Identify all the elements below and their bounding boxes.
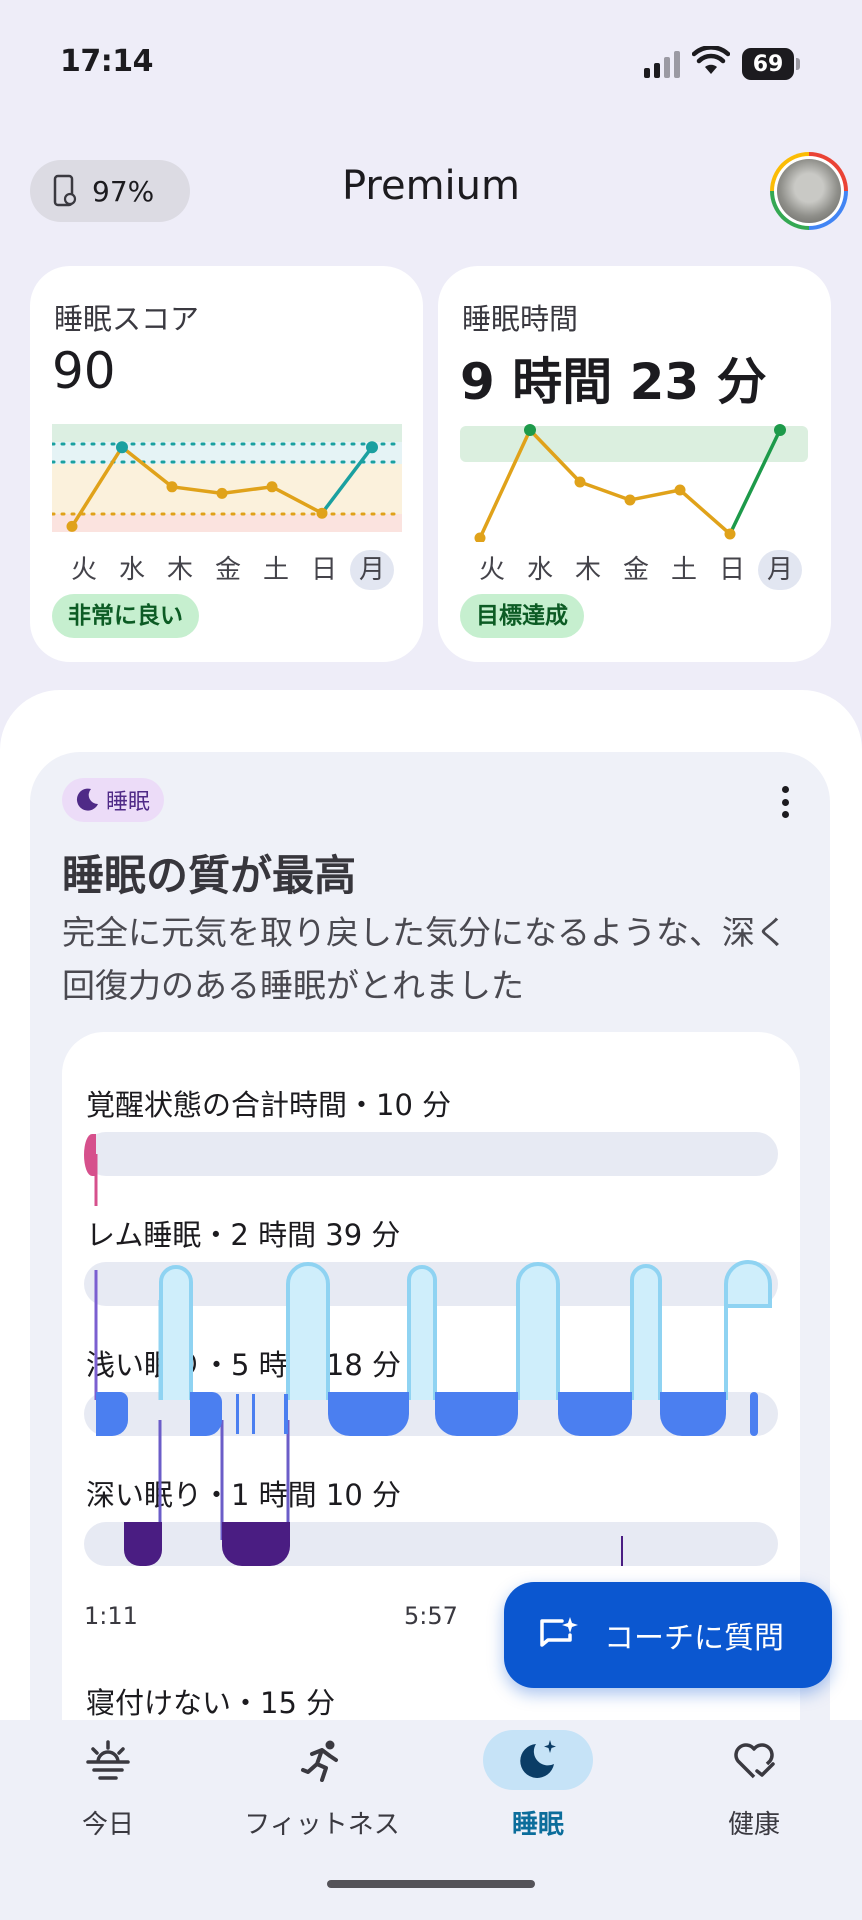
moon-sparkle-icon — [520, 1740, 556, 1778]
nav-fitness-label: フィットネス — [244, 1810, 400, 1840]
running-icon — [301, 1740, 338, 1782]
sunrise-icon — [86, 1740, 130, 1780]
nav-fitness[interactable]: フィットネス — [222, 1730, 422, 1841]
nav-today-label: 今日 — [81, 1810, 134, 1840]
nav-health[interactable]: 健康 — [654, 1730, 854, 1841]
nav-health-label: 健康 — [727, 1810, 780, 1840]
time-axis-start: 1:11 — [84, 1602, 138, 1630]
heart-check-icon — [734, 1743, 775, 1779]
home-indicator[interactable] — [327, 1880, 535, 1888]
ask-coach-button[interactable]: コーチに質問 — [504, 1582, 832, 1688]
ask-coach-label: コーチに質問 — [604, 1621, 784, 1656]
time-axis-mid: 5:57 — [404, 1602, 458, 1630]
fall-asleep-label: 寝付けない・15 分 — [86, 1686, 336, 1720]
nav-sleep-label: 睡眠 — [511, 1810, 564, 1840]
sleep-stages-hypnogram — [84, 1132, 778, 1566]
nav-sleep[interactable]: 睡眠 — [438, 1730, 638, 1841]
nav-today[interactable]: 今日 — [8, 1730, 208, 1841]
chat-sparkle-icon — [540, 1617, 578, 1647]
